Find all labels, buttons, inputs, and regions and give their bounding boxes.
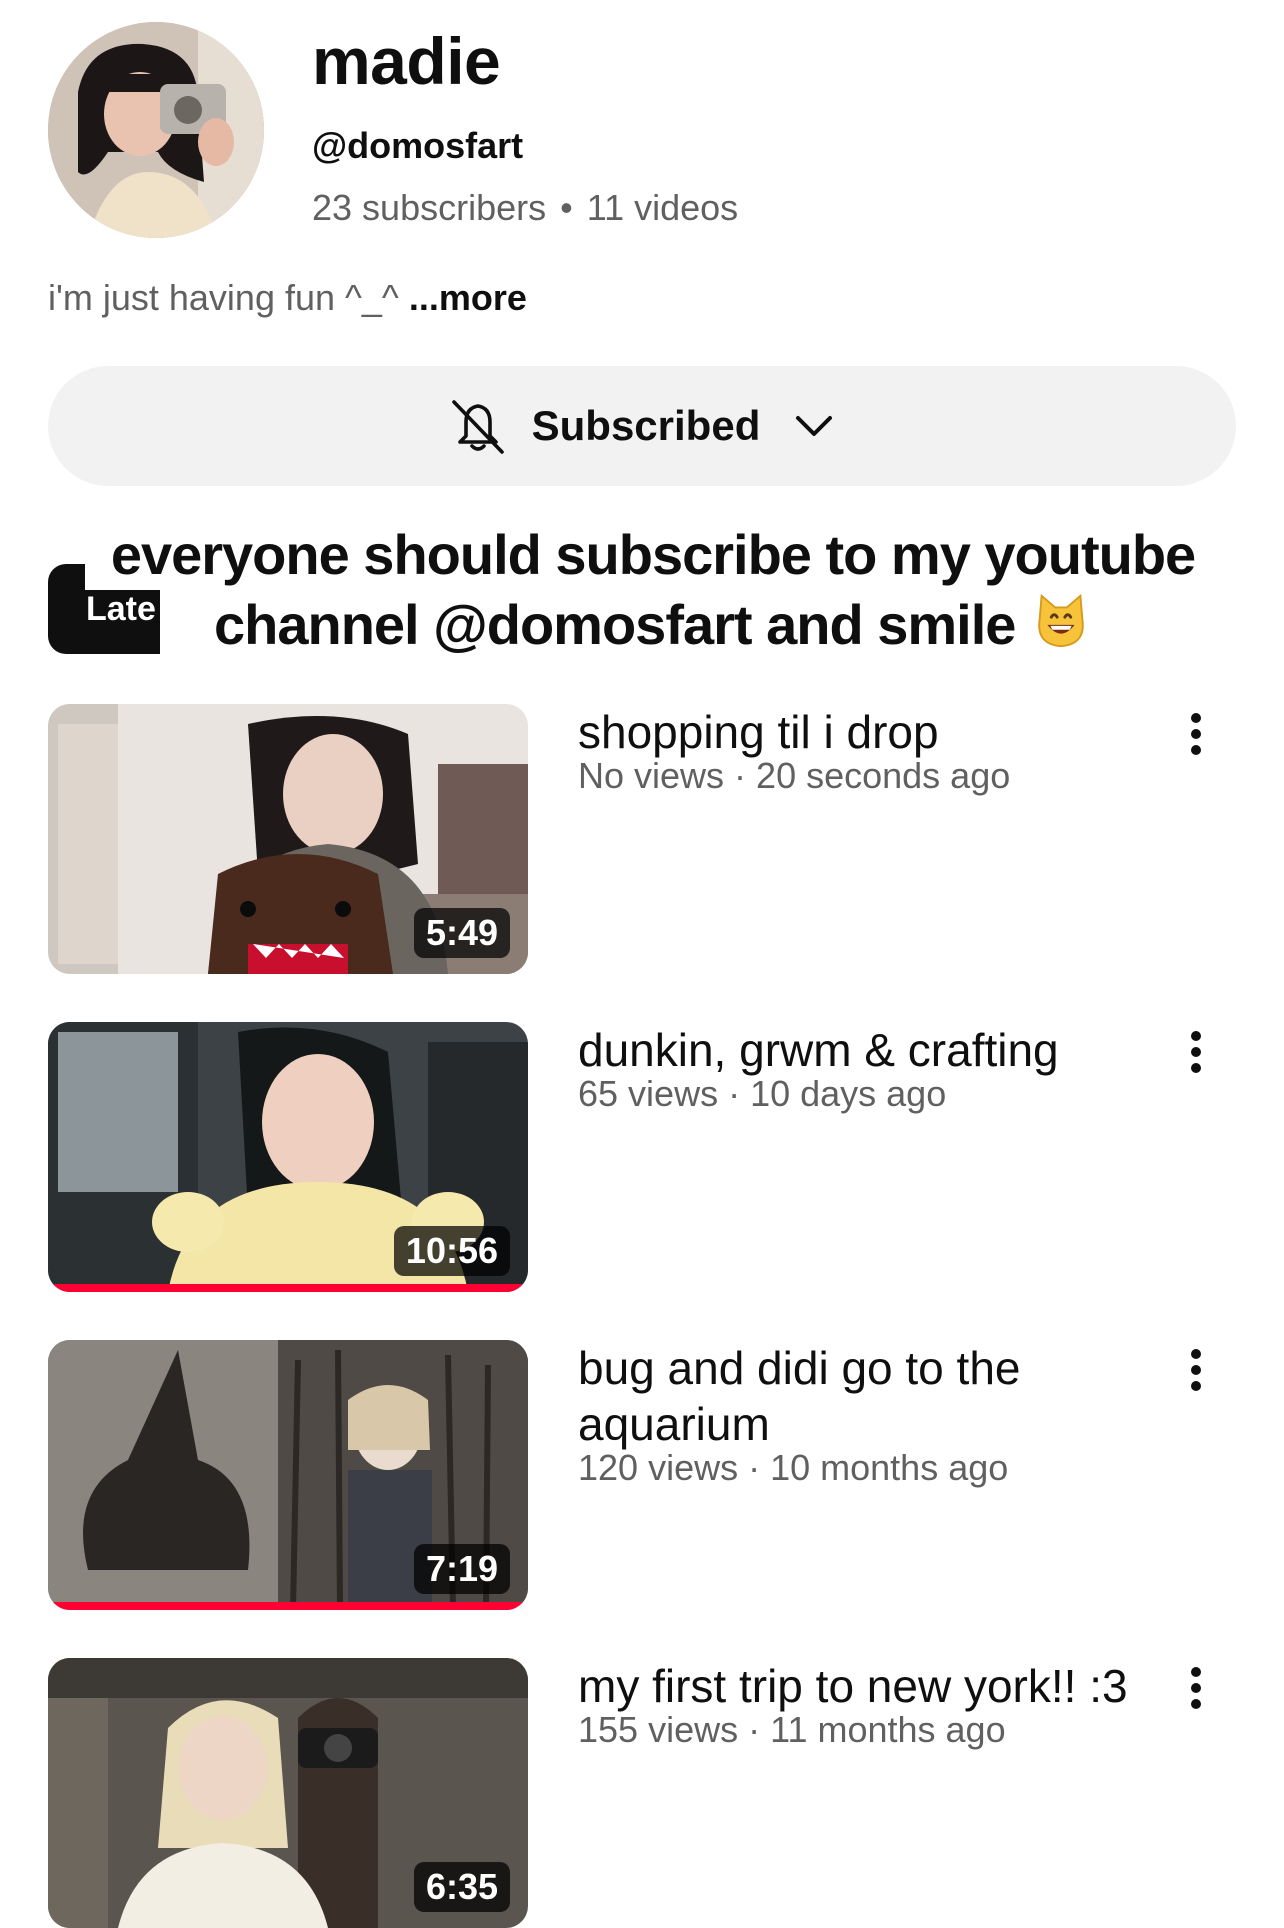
video-meta: 120 views · 10 months ago <box>578 1446 1008 1490</box>
watch-progress-bar <box>48 1284 528 1292</box>
video-count: 11 videos <box>586 187 739 228</box>
video-age: 10 months ago <box>770 1447 1009 1488</box>
channel-avatar[interactable] <box>48 22 264 238</box>
video-meta: 155 views · 11 months ago <box>578 1708 1006 1752</box>
more-actions-button[interactable] <box>1168 1024 1224 1080</box>
video-thumbnail[interactable]: 7:19 <box>48 1340 528 1610</box>
subscriber-count: 23 subscribers <box>312 187 547 228</box>
video-duration: 6:35 <box>413 1862 510 1912</box>
more-actions-button[interactable] <box>1168 706 1224 762</box>
video-title[interactable]: dunkin, grwm & crafting <box>578 1022 1178 1078</box>
chevron-down-icon <box>796 416 833 436</box>
caption-line-1: everyone should subscribe to my youtube <box>84 520 1222 590</box>
video-views: No views <box>578 755 725 796</box>
avatar-photo <box>48 22 264 238</box>
video-thumbnail[interactable]: 5:49 <box>48 704 528 974</box>
caption-line-2-text: channel @domosfart and smile <box>213 593 1016 656</box>
video-duration: 10:56 <box>393 1226 510 1276</box>
video-duration: 7:19 <box>413 1544 510 1594</box>
stats-separator: • <box>560 187 573 228</box>
grinning-cat-emoji-icon <box>1038 593 1084 648</box>
meta-separator: · <box>748 1447 761 1488</box>
video-age: 10 days ago <box>750 1073 947 1114</box>
more-actions-button[interactable] <box>1168 1342 1224 1398</box>
video-thumbnail[interactable]: 10:56 <box>48 1022 528 1292</box>
vertical-dots-icon <box>1191 1349 1201 1391</box>
subscribed-label: Subscribed <box>531 402 761 449</box>
channel-stats: 23 subscribers • 11 videos <box>312 186 738 230</box>
video-views: 120 views <box>578 1447 739 1488</box>
video-meta: No views · 20 seconds ago <box>578 754 1010 798</box>
overlay-caption: everyone should subscribe to my youtube … <box>58 520 1248 664</box>
channel-name: madie <box>312 24 501 98</box>
video-item[interactable]: 6:35 my first trip to new york!! :3 155 … <box>48 1658 1236 1928</box>
more-actions-button[interactable] <box>1168 1660 1224 1716</box>
video-meta: 65 views · 10 days ago <box>578 1072 946 1116</box>
subscribed-button[interactable]: Subscribed <box>48 366 1236 486</box>
video-item[interactable]: 5:49 shopping til i drop No views · 20 sec… <box>48 704 1236 974</box>
vertical-dots-icon <box>1191 1667 1201 1709</box>
channel-bio-text: i'm just having fun ^_^ <box>48 277 399 318</box>
video-thumbnail[interactable]: 6:35 <box>48 1658 528 1928</box>
caption-line-2: channel @domosfart and smile <box>191 590 1114 664</box>
video-title[interactable]: shopping til i drop <box>578 704 1178 760</box>
video-views: 65 views <box>578 1073 719 1114</box>
channel-handle: @domosfart <box>312 125 524 166</box>
watch-progress-bar <box>48 1602 528 1610</box>
video-duration: 5:49 <box>413 908 510 958</box>
meta-separator: · <box>734 755 747 796</box>
video-title[interactable]: my first trip to new york!! :3 <box>578 1658 1178 1714</box>
more-link[interactable]: ...more <box>409 277 527 318</box>
meta-separator: · <box>748 1709 761 1750</box>
video-item[interactable]: 10:56 dunkin, grwm & crafting 65 views · 1… <box>48 1022 1236 1292</box>
channel-description[interactable]: i'm just having fun ^_^ ...more <box>48 276 527 320</box>
bell-off-icon <box>451 400 504 454</box>
meta-separator: · <box>728 1073 741 1114</box>
video-age: 20 seconds ago <box>756 755 1011 796</box>
video-item[interactable]: 7:19 bug and didi go to the aquarium 120… <box>48 1340 1236 1610</box>
video-views: 155 views <box>578 1709 739 1750</box>
vertical-dots-icon <box>1191 713 1201 755</box>
video-age: 11 months ago <box>770 1709 1006 1750</box>
video-title[interactable]: bug and didi go to the aquarium <box>578 1340 1178 1452</box>
vertical-dots-icon <box>1191 1031 1201 1073</box>
